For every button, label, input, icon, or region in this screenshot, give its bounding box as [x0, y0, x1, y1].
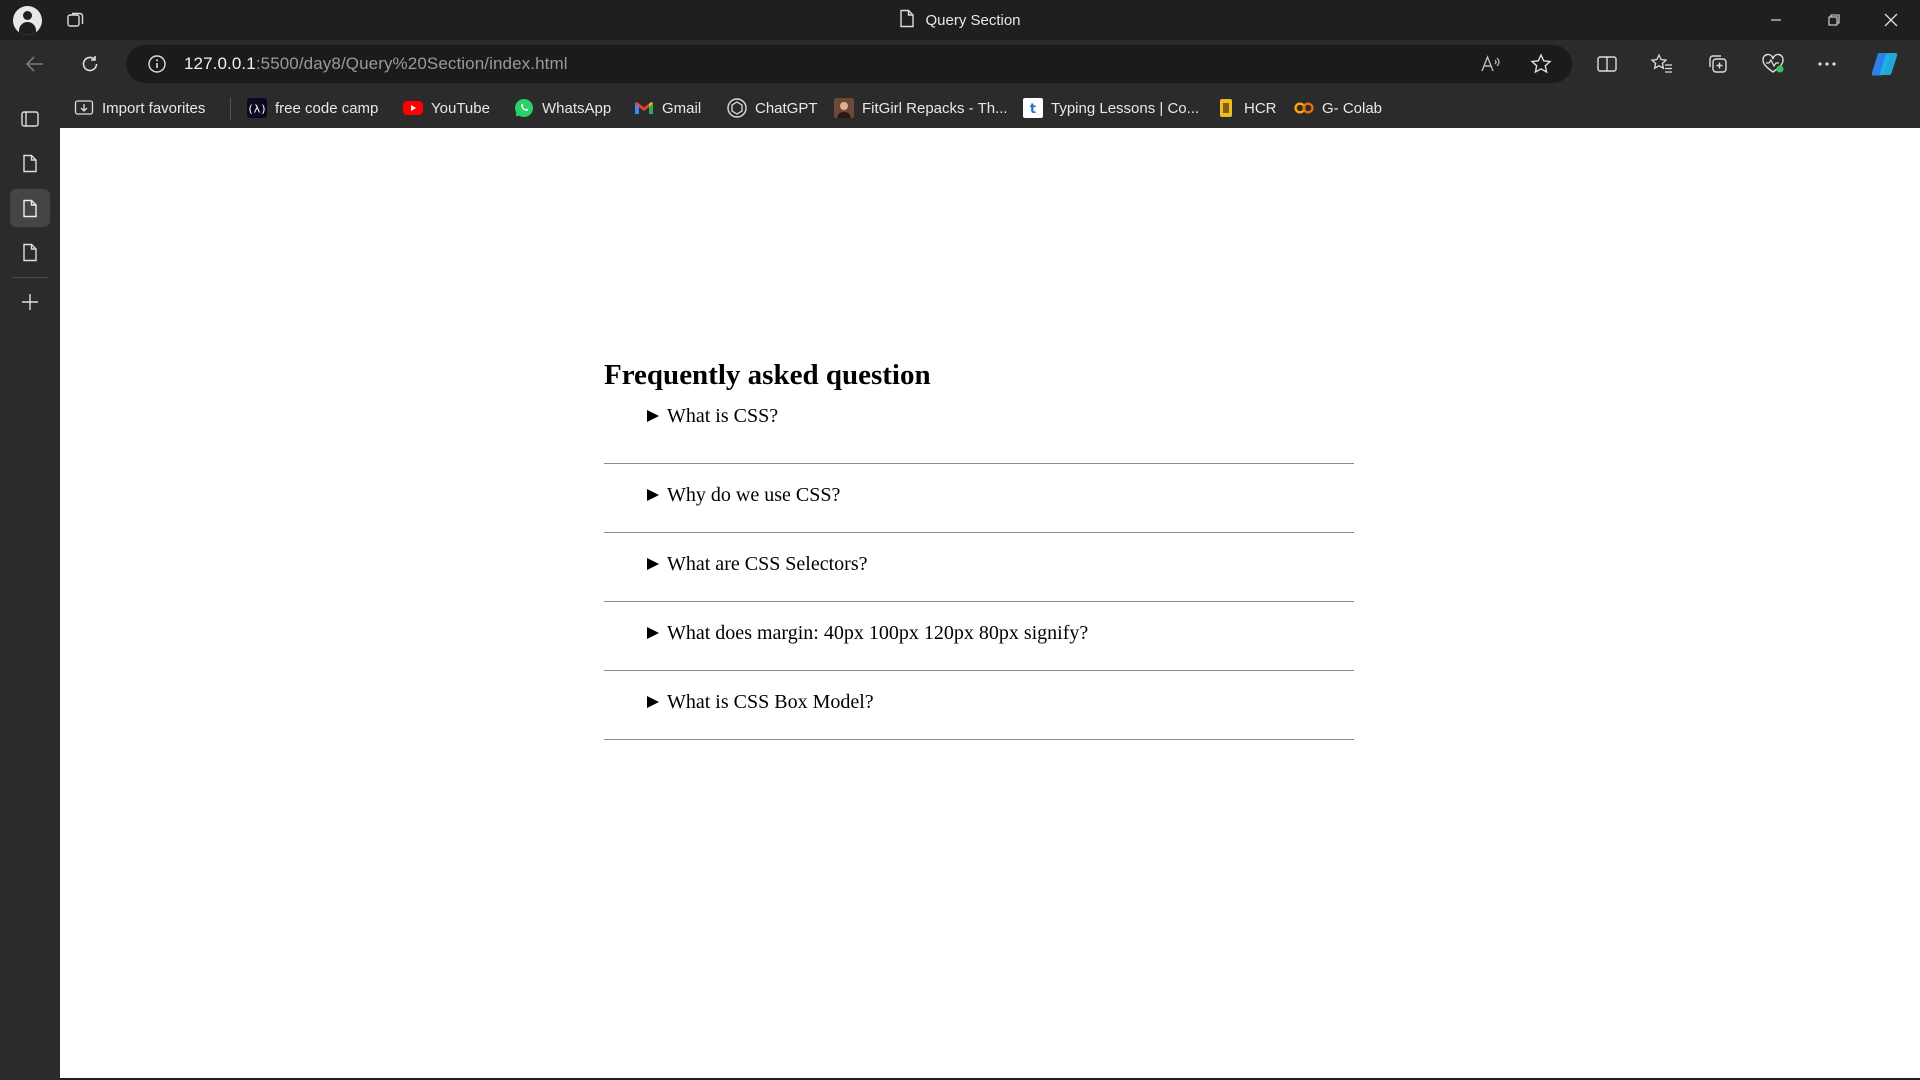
- favorite-fitgirl-repacks[interactable]: FitGirl Repacks - Th...: [834, 88, 1008, 128]
- youtube-icon: [403, 98, 423, 118]
- disclosure-triangle-icon: [647, 489, 659, 501]
- favorite-label: HCR: [1244, 99, 1277, 117]
- restore-button[interactable]: [1805, 0, 1863, 40]
- favorite-hcr[interactable]: HCR: [1216, 88, 1277, 128]
- faq-question: Why do we use CSS?: [667, 484, 841, 506]
- svg-text:(λ): (λ): [247, 103, 267, 116]
- favorite-label: Import favorites: [102, 99, 206, 117]
- disclosure-triangle-icon: [647, 696, 659, 708]
- title-bar: Query Section: [0, 0, 1920, 40]
- favorite-typing-lessons[interactable]: t Typing Lessons | Co...: [1023, 88, 1199, 128]
- disclosure-triangle-icon: [647, 627, 659, 639]
- faq-summary[interactable]: What are CSS Selectors?: [647, 552, 868, 576]
- favorite-g-colab[interactable]: G- Colab: [1294, 88, 1382, 128]
- new-tab-plus-icon[interactable]: [10, 283, 50, 321]
- faq-item[interactable]: What is CSS Box Model?: [604, 671, 1354, 740]
- favorite-label: WhatsApp: [542, 99, 612, 117]
- vertical-tab-1[interactable]: [10, 144, 50, 182]
- vertical-tab-2-active[interactable]: [10, 189, 50, 227]
- favorite-chatgpt[interactable]: ChatGPT: [727, 88, 818, 128]
- faq-summary[interactable]: What is CSS?: [647, 404, 778, 428]
- faq-summary[interactable]: Why do we use CSS?: [647, 483, 840, 507]
- typing-icon: t: [1023, 98, 1043, 118]
- faq-item[interactable]: Why do we use CSS?: [604, 464, 1354, 533]
- sidebar-divider: [12, 277, 48, 278]
- colab-icon: [1294, 98, 1314, 118]
- site-info-icon[interactable]: [142, 49, 172, 79]
- svg-text:t: t: [1030, 102, 1036, 117]
- faq-summary[interactable]: What is CSS Box Model?: [647, 690, 874, 714]
- favorite-free-code-camp[interactable]: (λ) free code camp: [247, 88, 378, 128]
- collections-icon[interactable]: [1700, 48, 1736, 80]
- faq-item[interactable]: What does margin: 40px 100px 120px 80px …: [604, 602, 1354, 671]
- disclosure-triangle-icon: [647, 410, 659, 422]
- favorite-label: Typing Lessons | Co...: [1051, 99, 1200, 117]
- url-host: 127.0.0.1: [184, 54, 256, 73]
- hcr-icon: [1216, 98, 1236, 118]
- back-button[interactable]: [18, 48, 52, 80]
- fitgirl-icon: [834, 98, 854, 118]
- favorites-divider: [230, 98, 231, 120]
- close-button[interactable]: [1862, 0, 1920, 40]
- vertical-tab-3[interactable]: [10, 233, 50, 271]
- whatsapp-icon: [514, 98, 534, 118]
- favorite-star-icon[interactable]: [1526, 49, 1556, 79]
- browser-essentials-icon[interactable]: [1755, 48, 1791, 80]
- favorite-label: Gmail: [662, 99, 702, 117]
- web-page-content: Frequently asked question What is CSS? W…: [60, 128, 1920, 1078]
- faq-question: What are CSS Selectors?: [667, 553, 868, 575]
- faq-item[interactable]: What is CSS?: [604, 395, 1354, 464]
- url-path: :5500/day8/Query%20Section/index.html: [255, 54, 568, 73]
- navigation-bar: 127.0.0.1:5500/day8/Query%20Section/inde…: [0, 40, 1920, 88]
- copilot-icon[interactable]: [1867, 48, 1903, 80]
- split-screen-icon[interactable]: [1589, 48, 1625, 80]
- favorite-gmail[interactable]: Gmail: [634, 88, 701, 128]
- read-aloud-icon[interactable]: [1476, 49, 1506, 79]
- refresh-button[interactable]: [73, 48, 107, 80]
- import-favorites-icon: [74, 98, 94, 118]
- favorite-label: free code camp: [275, 99, 379, 117]
- faq-heading: Frequently asked question: [604, 359, 931, 391]
- vertical-tabs-sidebar: [0, 88, 60, 1080]
- favorite-import-favorites[interactable]: Import favorites: [74, 88, 205, 128]
- freecodecamp-icon: (λ): [247, 98, 267, 118]
- faq-question: What is CSS?: [667, 405, 779, 427]
- disclosure-triangle-icon: [647, 558, 659, 570]
- tab-actions-icon[interactable]: [10, 100, 50, 138]
- favorite-label: G- Colab: [1322, 99, 1383, 117]
- faq-question: What does margin: 40px 100px 120px 80px …: [667, 622, 1089, 644]
- faq-question: What is CSS Box Model?: [667, 691, 874, 713]
- faq-summary[interactable]: What does margin: 40px 100px 120px 80px …: [647, 621, 1088, 645]
- window-title: Query Section: [0, 0, 1920, 40]
- more-options-icon[interactable]: [1809, 48, 1845, 80]
- minimize-button[interactable]: [1747, 0, 1805, 40]
- address-bar[interactable]: 127.0.0.1:5500/day8/Query%20Section/inde…: [126, 45, 1572, 83]
- chatgpt-icon: [727, 98, 747, 118]
- gmail-icon: [634, 98, 654, 118]
- favorite-youtube[interactable]: YouTube: [403, 88, 490, 128]
- tab-title: Query Section: [925, 11, 1021, 29]
- faq-item[interactable]: What are CSS Selectors?: [604, 533, 1354, 602]
- favorite-label: ChatGPT: [755, 99, 818, 117]
- favorites-bar: Import favorites (λ) free code camp YouT…: [60, 88, 1920, 128]
- favorite-label: YouTube: [431, 99, 490, 117]
- favorites-icon[interactable]: [1644, 48, 1680, 80]
- url-text[interactable]: 127.0.0.1:5500/day8/Query%20Section/inde…: [184, 54, 568, 74]
- favorite-whatsapp[interactable]: WhatsApp: [514, 88, 611, 128]
- page-document-icon: [899, 9, 915, 32]
- faq-section: Frequently asked question What is CSS? W…: [604, 358, 1354, 740]
- favorite-label: FitGirl Repacks - Th...: [862, 99, 1008, 117]
